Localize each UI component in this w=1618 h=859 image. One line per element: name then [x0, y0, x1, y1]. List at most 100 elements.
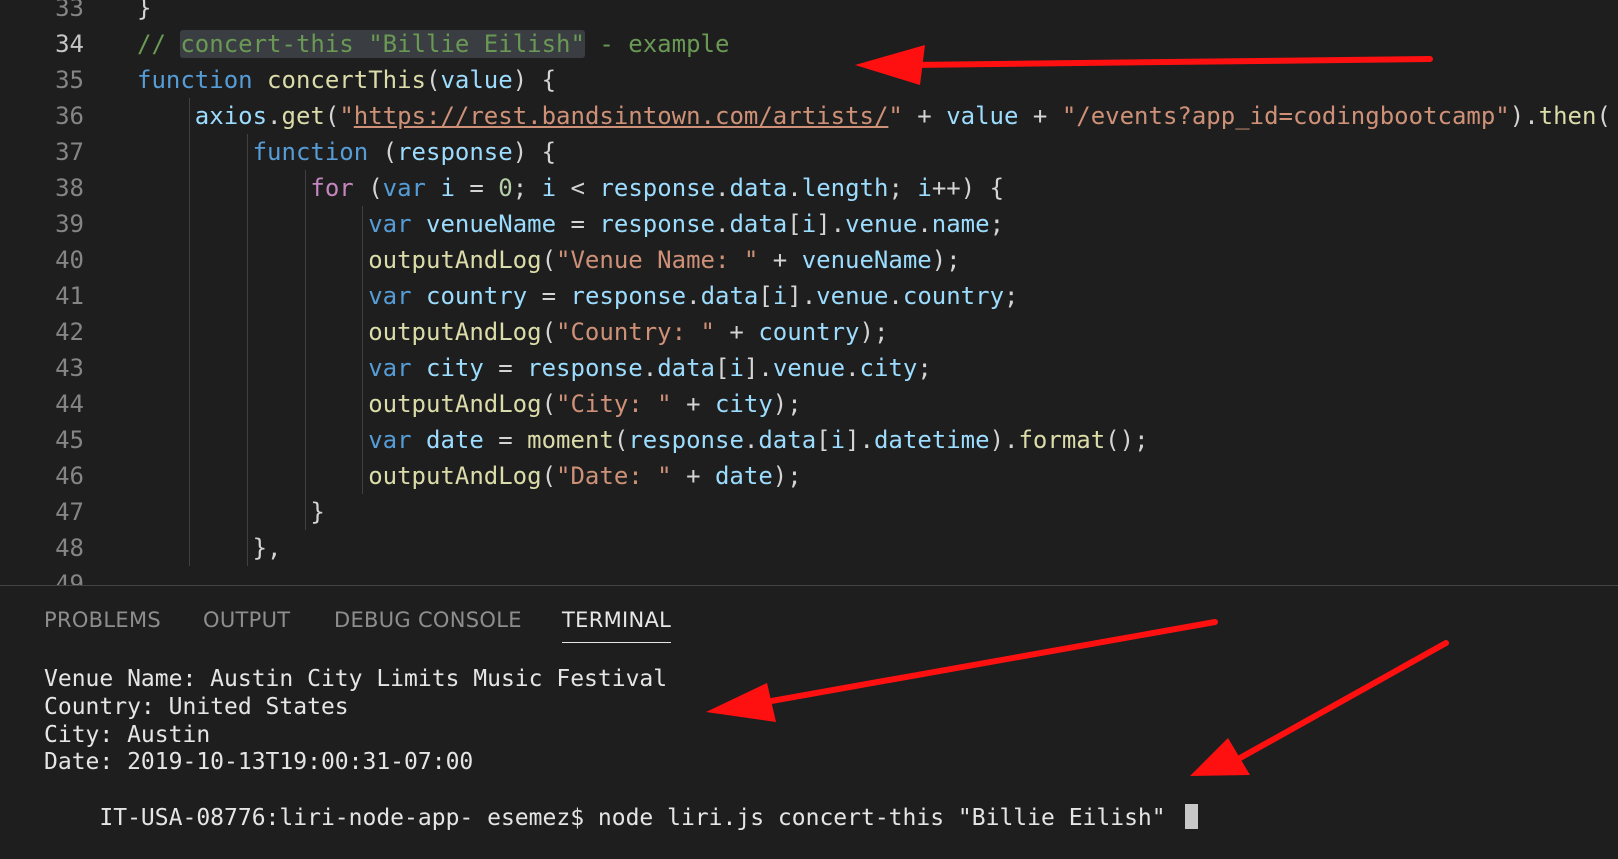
- code-line[interactable]: 48},: [0, 530, 1618, 566]
- terminal-prompt-line[interactable]: IT-USA-08776:liri-node-app- esemez$ node…: [44, 777, 1199, 859]
- code-token: data: [657, 354, 715, 382]
- code-line[interactable]: 42 outputAndLog("Country: " + country);: [0, 314, 1618, 350]
- code-token: [: [715, 354, 730, 382]
- code-line[interactable]: 35 function concertThis(value) {: [0, 62, 1618, 98]
- indent-guide: [189, 134, 190, 170]
- code-line[interactable]: 33}: [0, 0, 1618, 26]
- code-token: (: [541, 390, 557, 418]
- panel-tab-bar: PROBLEMS OUTPUT DEBUG CONSOLE TERMINAL: [0, 586, 1618, 646]
- code-text: for (var i = 0; i < response.data.length…: [310, 170, 1004, 206]
- code-line[interactable]: 40 outputAndLog("Venue Name: " + venueNam…: [0, 242, 1618, 278]
- code-line[interactable]: 38 for (var i = 0; i < response.data.leng…: [0, 170, 1618, 206]
- code-token: "Country: ": [556, 318, 715, 346]
- code-token: (: [368, 138, 398, 166]
- code-token: +: [671, 462, 715, 490]
- code-line[interactable]: 39 var venueName = response.data[i].venue…: [0, 206, 1618, 242]
- line-number: 35: [55, 66, 84, 94]
- indent-guide: [304, 278, 306, 314]
- indent-guide: [304, 206, 306, 242]
- code-token: format: [1018, 426, 1106, 454]
- indent-guide: [189, 314, 190, 350]
- code-text: }: [137, 0, 151, 26]
- code-token: //: [137, 30, 181, 58]
- line-number: 38: [55, 174, 84, 202]
- code-token: (: [541, 246, 557, 274]
- code-token: data: [729, 210, 788, 238]
- code-token: value: [440, 66, 513, 94]
- code-token: response: [527, 354, 643, 382]
- code-token: country: [902, 282, 1005, 310]
- code-text: }: [310, 494, 324, 530]
- code-editor[interactable]: 33} 34 // concert-this "Billie Eilish" - e…: [0, 0, 1618, 585]
- code-token: i: [772, 282, 788, 310]
- line-number: 46: [55, 462, 84, 490]
- code-text: var date = moment(response.data[i].datet…: [368, 422, 1148, 458]
- code-token: (: [324, 102, 340, 130]
- indent-guide: [246, 278, 248, 314]
- code-token: .: [917, 210, 932, 238]
- indent-guide: [189, 422, 190, 458]
- code-token: ].: [787, 282, 817, 310]
- code-line[interactable]: 46 outputAndLog("Date: " + date);: [0, 458, 1618, 494]
- code-line[interactable]: 43 var city = response.data[i].venue.city…: [0, 350, 1618, 386]
- code-token: (: [1596, 102, 1611, 130]
- code-token: date: [714, 462, 773, 490]
- line-number: 33: [55, 0, 84, 22]
- code-token: response: [628, 426, 744, 454]
- code-token: venueName: [801, 246, 932, 274]
- line-number: 41: [55, 282, 84, 310]
- code-line[interactable]: 45 var date = moment(response.data[i].dat…: [0, 422, 1618, 458]
- code-token: .: [743, 426, 759, 454]
- tab-terminal[interactable]: TERMINAL: [562, 608, 672, 643]
- code-text: var country = response.data[i].venue.cou…: [368, 278, 1018, 314]
- code-token: .: [715, 174, 730, 202]
- code-token: +: [1018, 102, 1062, 130]
- tab-debug-console[interactable]: DEBUG CONSOLE: [334, 608, 522, 632]
- code-token: +: [758, 246, 802, 274]
- code-token: venue: [816, 282, 889, 310]
- tab-output[interactable]: OUTPUT: [203, 608, 290, 632]
- code-token: venue: [845, 210, 918, 238]
- code-token: i: [440, 174, 455, 202]
- indent-guide: [246, 458, 248, 494]
- code-token: ;: [989, 210, 1005, 238]
- code-token: "Date: ": [556, 462, 672, 490]
- code-line[interactable]: 36 axios.get("https://rest.bandsintown.co…: [0, 98, 1618, 134]
- code-text: outputAndLog("City: " + city);: [368, 386, 802, 422]
- code-token: [: [816, 426, 831, 454]
- line-number: 34: [55, 30, 84, 58]
- indent-guide: [189, 458, 190, 494]
- indent-guide: [304, 170, 306, 206]
- code-token: city: [426, 354, 484, 382]
- indent-guide: [304, 386, 306, 422]
- code-token: venueName: [426, 210, 557, 238]
- indent-guide: [304, 494, 306, 530]
- tab-problems[interactable]: PROBLEMS: [44, 608, 161, 632]
- code-token: date: [426, 426, 484, 454]
- code-token: i: [917, 174, 932, 202]
- line-number: 47: [55, 498, 84, 526]
- code-line[interactable]: 47}: [0, 494, 1618, 530]
- code-line[interactable]: 49: [0, 566, 1618, 585]
- indent-guide: [362, 242, 364, 278]
- code-token: .: [888, 282, 903, 310]
- code-token: outputAndLog: [368, 390, 542, 418]
- terminal-output-line: Country: United States: [44, 694, 349, 720]
- indent-guide: [362, 278, 364, 314]
- indent-guide: [189, 494, 190, 530]
- code-token: [: [787, 210, 802, 238]
- indent-guide: [246, 386, 248, 422]
- line-number: 37: [55, 138, 84, 166]
- code-token: );: [931, 246, 961, 274]
- line-number: 45: [55, 426, 84, 454]
- code-line[interactable]: 37 function (response) {: [0, 134, 1618, 170]
- code-line[interactable]: 41 var country = response.data[i].venue.c…: [0, 278, 1618, 314]
- code-line[interactable]: 34 // concert-this "Billie Eilish" - exam…: [0, 26, 1618, 62]
- code-line[interactable]: 44 outputAndLog("City: " + city);: [0, 386, 1618, 422]
- code-token: name: [931, 210, 990, 238]
- line-number: 42: [55, 318, 84, 346]
- code-text: // concert-this "Billie Eilish" - exampl…: [137, 26, 729, 62]
- code-token: =: [483, 354, 528, 382]
